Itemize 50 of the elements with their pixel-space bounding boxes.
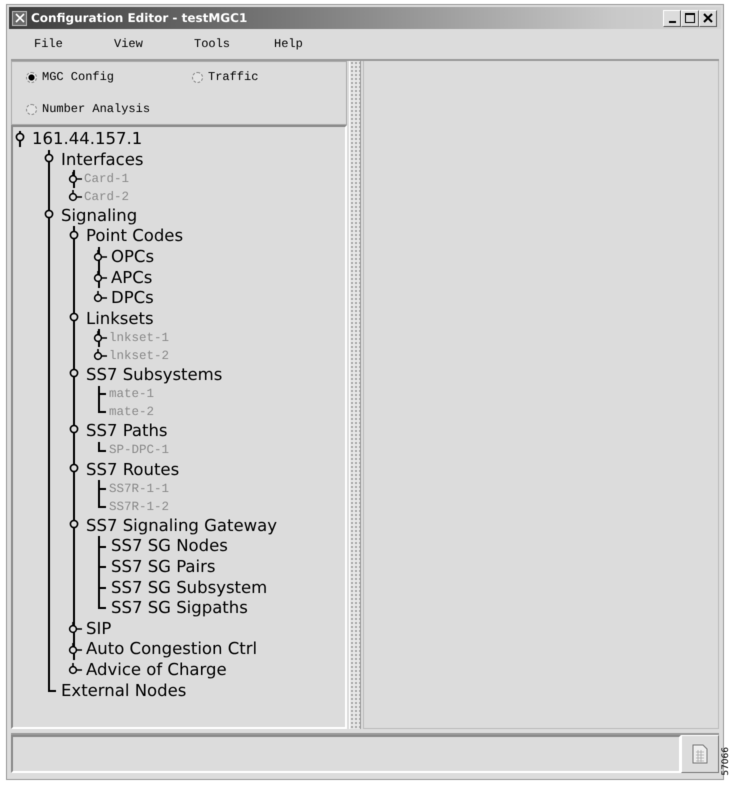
tree-item[interactable]: SS7 SG Sigpaths bbox=[111, 598, 248, 619]
tree-item[interactable]: Auto Congestion Ctrl bbox=[86, 639, 258, 660]
expanded-node-icon[interactable] bbox=[68, 311, 80, 328]
figure-number: 57066 bbox=[721, 747, 730, 776]
x-logo-icon bbox=[12, 10, 27, 26]
minimize-icon bbox=[668, 20, 676, 22]
mode-radio[interactable]: Traffic bbox=[192, 70, 258, 84]
tree-item[interactable]: SIP bbox=[86, 618, 112, 640]
expanded-node-icon[interactable] bbox=[43, 208, 55, 224]
maximize-button[interactable] bbox=[681, 10, 699, 26]
close-icon bbox=[703, 13, 713, 23]
tree-item[interactable]: Advice of Charge bbox=[86, 660, 227, 680]
document-button[interactable] bbox=[681, 735, 719, 773]
expanded-node-icon[interactable] bbox=[43, 152, 55, 168]
expanded-node-icon[interactable] bbox=[14, 131, 26, 148]
expanded-node-icon[interactable] bbox=[68, 423, 80, 440]
tree-item[interactable]: OPCs bbox=[111, 246, 154, 268]
expanded-node-icon[interactable] bbox=[68, 462, 80, 478]
document-icon bbox=[692, 744, 708, 764]
menu-item[interactable]: Tools bbox=[194, 37, 274, 51]
minimize-button[interactable] bbox=[663, 10, 681, 26]
tree-item[interactable]: 161.44.157.1 bbox=[32, 129, 142, 150]
tree-item[interactable]: SS7 Signaling Gateway bbox=[86, 516, 278, 536]
tree-item[interactable]: SS7 SG Nodes bbox=[111, 536, 228, 557]
splitter-handle[interactable] bbox=[349, 61, 361, 729]
tree-item[interactable]: SS7 SG Subsystem bbox=[111, 577, 268, 598]
tree-item[interactable]: Interfaces bbox=[61, 150, 144, 170]
collapsed-node-icon[interactable] bbox=[68, 642, 82, 657]
tree-item[interactable]: SS7 SG Pairs bbox=[111, 556, 216, 578]
mode-radio[interactable]: MGC Config bbox=[26, 70, 114, 84]
collapsed-node-icon[interactable] bbox=[68, 622, 82, 636]
expanded-node-icon[interactable] bbox=[68, 367, 80, 384]
collapsed-node-icon[interactable] bbox=[93, 270, 107, 285]
menu-item[interactable]: File bbox=[34, 37, 114, 51]
expanded-node-icon[interactable] bbox=[68, 228, 80, 245]
tree-item[interactable]: Linksets bbox=[86, 308, 154, 330]
maximize-icon bbox=[684, 12, 696, 24]
tree-item[interactable]: External Nodes bbox=[61, 680, 186, 702]
mode-radio[interactable]: Number Analysis bbox=[26, 102, 150, 116]
tree-item[interactable]: DPCs bbox=[111, 288, 154, 309]
tree-item[interactable]: SS7 Subsystems bbox=[86, 364, 222, 386]
tree-item[interactable]: Point Codes bbox=[86, 226, 184, 247]
tree-item[interactable]: SS7 Routes bbox=[86, 460, 180, 480]
tree-item[interactable]: SS7 Paths bbox=[86, 421, 168, 442]
menu-item[interactable]: View bbox=[114, 37, 194, 51]
tree-item[interactable]: Signaling bbox=[61, 206, 138, 226]
tree-item[interactable]: APCs bbox=[111, 268, 152, 288]
menu-item[interactable]: Help bbox=[274, 37, 354, 51]
close-button[interactable] bbox=[699, 10, 717, 26]
window-title: Configuration Editor - testMGC1 bbox=[31, 11, 248, 25]
